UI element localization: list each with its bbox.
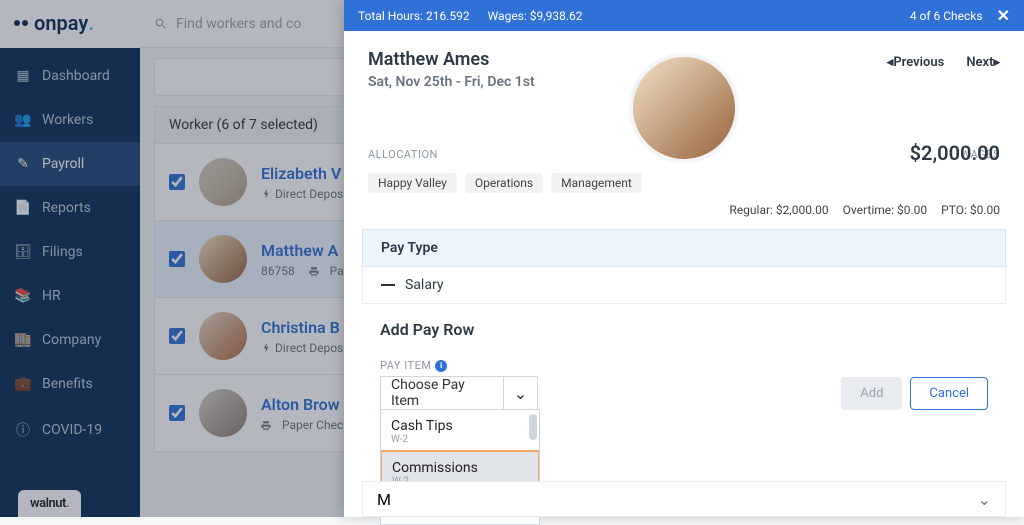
dropdown-label[interactable]: Choose Pay Item bbox=[381, 377, 503, 409]
close-icon[interactable]: ✕ bbox=[997, 6, 1010, 25]
pay-type-header: Pay Type bbox=[362, 229, 1006, 267]
dropdown-item-cash-tips[interactable]: Cash Tips W-2 bbox=[381, 410, 539, 451]
allocation-tags: Happy Valley Operations Management bbox=[344, 173, 1024, 203]
tag: Happy Valley bbox=[368, 173, 457, 193]
subtotals: Regular: $2,000.00 Overtime: $0.00 PTO: … bbox=[344, 203, 1024, 229]
tag: Management bbox=[551, 173, 642, 193]
info-icon[interactable]: i bbox=[435, 360, 447, 372]
next-button[interactable]: Next▸ bbox=[966, 55, 1000, 70]
check-count: 4 of 6 Checks bbox=[910, 9, 983, 23]
overtime-amount: Overtime: $0.00 bbox=[843, 203, 927, 217]
option-sublabel: W-2 bbox=[391, 434, 529, 445]
cancel-button[interactable]: Cancel bbox=[910, 377, 988, 410]
pay-item-label: PAY ITEM i bbox=[362, 359, 1006, 372]
salary-row[interactable]: Salary bbox=[362, 267, 1006, 304]
wages-top: Wages: $9,938.62 bbox=[488, 9, 583, 23]
add-button[interactable]: Add bbox=[841, 377, 902, 410]
option-label: Commissions bbox=[392, 460, 528, 476]
employee-avatar bbox=[629, 53, 739, 163]
collapse-icon[interactable] bbox=[381, 284, 395, 286]
pto-amount: PTO: $0.00 bbox=[941, 203, 1000, 217]
panel-header: Matthew Ames Sat, Nov 25th - Fri, Dec 1s… bbox=[344, 31, 1024, 100]
pay-item-dropdown[interactable]: Choose Pay Item ⌄ Cash Tips W-2 Commissi… bbox=[380, 376, 538, 410]
add-pay-row-heading: Add Pay Row bbox=[362, 316, 1006, 343]
previous-button[interactable]: ◂Previous bbox=[887, 55, 945, 70]
bottom-accordion[interactable]: M ⌄ bbox=[362, 481, 1006, 517]
accordion-label: M bbox=[377, 490, 391, 509]
option-label: Cash Tips bbox=[391, 418, 529, 434]
chevron-down-icon[interactable]: ⌄ bbox=[978, 490, 991, 509]
scrollbar[interactable] bbox=[529, 414, 537, 440]
panel-top-bar: Total Hours: 216.592 Wages: $9,938.62 4 … bbox=[344, 0, 1024, 31]
tag: Operations bbox=[465, 173, 543, 193]
salary-label: Salary bbox=[405, 277, 443, 293]
regular-amount: Regular: $2,000.00 bbox=[729, 203, 828, 217]
employee-panel: Total Hours: 216.592 Wages: $9,938.62 4 … bbox=[344, 0, 1024, 517]
total-hours: Total Hours: 216.592 bbox=[358, 9, 470, 23]
chevron-down-icon[interactable]: ⌄ bbox=[503, 377, 537, 409]
